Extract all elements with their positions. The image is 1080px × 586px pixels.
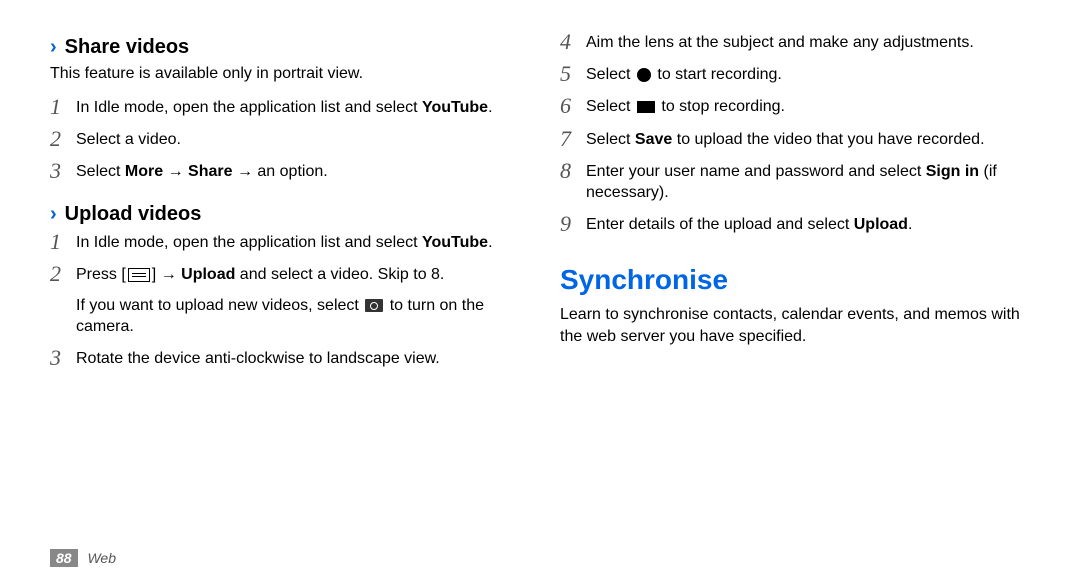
step-number: 1 (50, 95, 76, 119)
step-number: 7 (560, 127, 586, 151)
upload-step-9: 9 Enter details of the upload and select… (560, 212, 1030, 236)
footer-label: Web (87, 550, 116, 566)
step-number: 9 (560, 212, 586, 236)
right-column: 4 Aim the lens at the subject and make a… (560, 30, 1030, 378)
share-step-2: 2 Select a video. (50, 127, 520, 151)
share-intro: This feature is available only in portra… (50, 63, 520, 85)
synchronise-heading: Synchronise (560, 264, 1030, 296)
step-text: Rotate the device anti-clockwise to land… (76, 346, 520, 370)
page-number: 88 (50, 549, 78, 567)
stop-icon (637, 101, 655, 113)
synchronise-intro: Learn to synchronise contacts, calendar … (560, 304, 1030, 347)
upload-videos-title: Upload videos (65, 203, 202, 226)
upload-step-8: 8 Enter your user name and password and … (560, 159, 1030, 204)
record-icon (637, 68, 651, 82)
step-number: 3 (50, 346, 76, 370)
step-number: 1 (50, 230, 76, 254)
upload-step-2-sub: If you want to upload new videos, select… (76, 295, 520, 338)
step-text: In Idle mode, open the application list … (76, 230, 520, 254)
step-number: 2 (50, 127, 76, 151)
upload-step-3: 3 Rotate the device anti-clockwise to la… (50, 346, 520, 370)
step-text: Press [] → Upload and select a video. Sk… (76, 262, 520, 286)
step-number: 2 (50, 262, 76, 286)
upload-videos-heading: › Upload videos (50, 203, 520, 226)
page-footer: 88 Web (50, 550, 116, 566)
step-text: Enter your user name and password and se… (586, 159, 1030, 204)
share-step-3: 3 Select More → Share → an option. (50, 159, 520, 183)
step-text: Enter details of the upload and select U… (586, 212, 1030, 236)
upload-step-7: 7 Select Save to upload the video that y… (560, 127, 1030, 151)
upload-step-4: 4 Aim the lens at the subject and make a… (560, 30, 1030, 54)
share-videos-title: Share videos (65, 36, 190, 59)
upload-step-1: 1 In Idle mode, open the application lis… (50, 230, 520, 254)
left-column: › Share videos This feature is available… (50, 30, 520, 378)
chevron-icon: › (50, 203, 57, 226)
step-number: 8 (560, 159, 586, 183)
menu-icon (128, 268, 150, 282)
step-number: 5 (560, 62, 586, 86)
step-text: In Idle mode, open the application list … (76, 95, 520, 119)
step-text: Select a video. (76, 127, 520, 151)
chevron-icon: › (50, 36, 57, 59)
share-step-1: 1 In Idle mode, open the application lis… (50, 95, 520, 119)
step-text: Select to stop recording. (586, 94, 1030, 118)
step-text: Select to start recording. (586, 62, 1030, 86)
step-number: 6 (560, 94, 586, 118)
upload-step-2: 2 Press [] → Upload and select a video. … (50, 262, 520, 286)
step-number: 4 (560, 30, 586, 54)
step-text: Select Save to upload the video that you… (586, 127, 1030, 151)
step-text: Aim the lens at the subject and make any… (586, 30, 1030, 54)
share-videos-heading: › Share videos (50, 36, 520, 59)
step-text: Select More → Share → an option. (76, 159, 520, 183)
step-number: 3 (50, 159, 76, 183)
upload-step-5: 5 Select to start recording. (560, 62, 1030, 86)
upload-step-6: 6 Select to stop recording. (560, 94, 1030, 118)
camera-icon (365, 299, 383, 312)
